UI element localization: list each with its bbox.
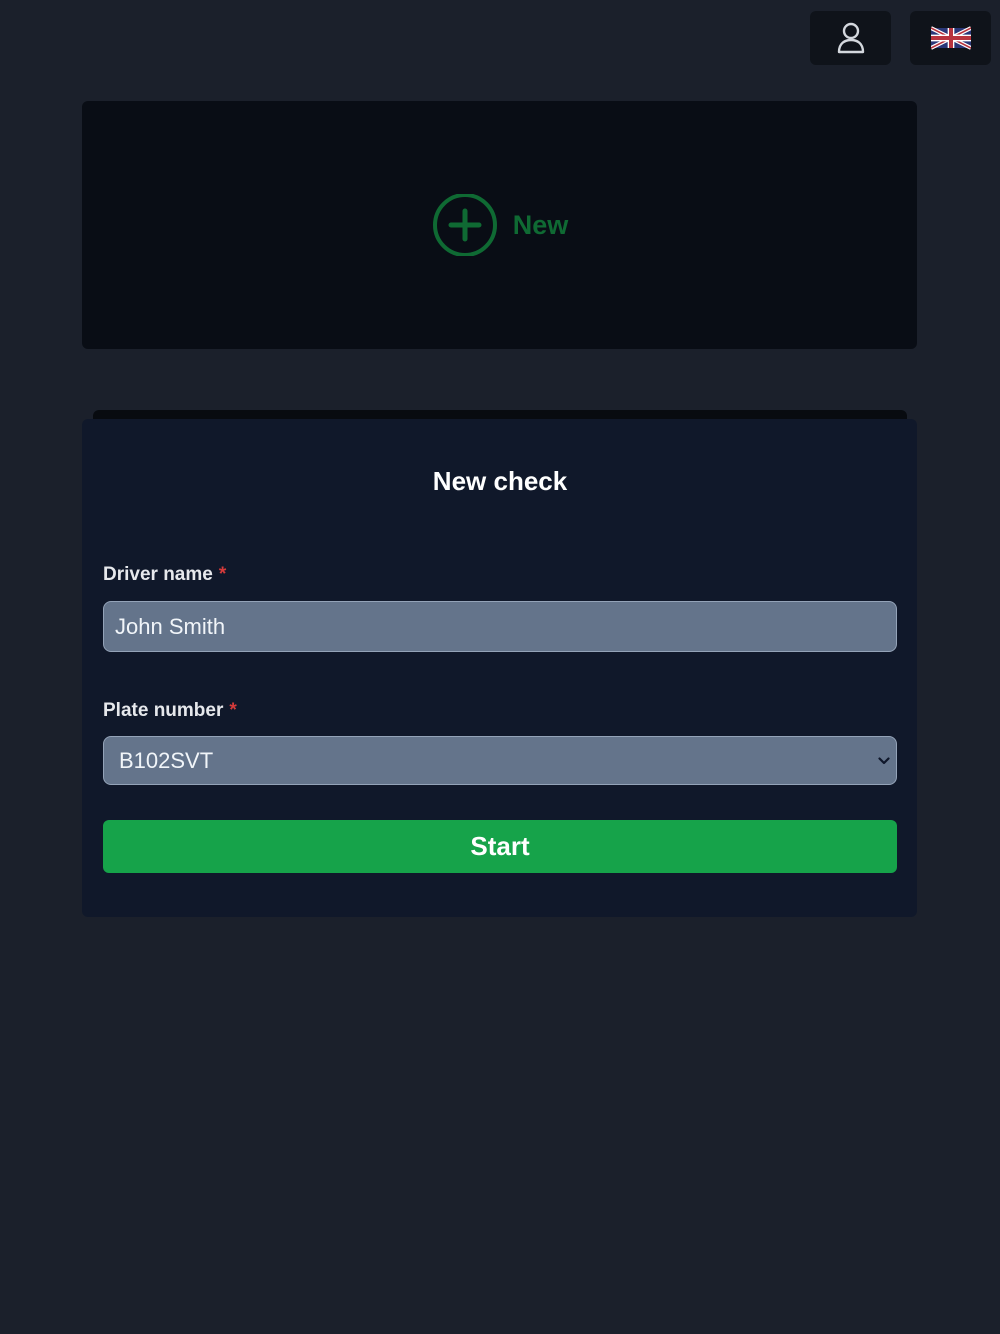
- user-button[interactable]: [810, 11, 891, 65]
- chevron-down-icon: [878, 756, 890, 765]
- required-mark: *: [229, 700, 237, 721]
- required-mark: *: [218, 564, 227, 585]
- new-label: New: [512, 209, 569, 240]
- plate-number-value: B102SVT: [119, 747, 214, 773]
- driver-name-label: Driver name *: [103, 564, 226, 586]
- language-button[interactable]: [910, 11, 991, 65]
- new-check-card[interactable]: New: [82, 101, 917, 349]
- plus-circle-icon: [432, 194, 497, 256]
- driver-name-label-text: Driver name: [103, 564, 213, 585]
- plate-number-select[interactable]: B102SVT: [103, 736, 897, 785]
- page: New New check Driver name* Plate number*…: [0, 0, 1000, 1334]
- user-icon: [837, 22, 864, 54]
- start-button[interactable]: Start: [103, 820, 897, 873]
- driver-name-input[interactable]: [103, 601, 897, 652]
- form-title: New check: [432, 466, 568, 496]
- plate-number-label-text: Plate number: [103, 700, 224, 721]
- plate-number-label: Plate number *: [103, 700, 237, 722]
- uk-flag-icon: [930, 26, 971, 50]
